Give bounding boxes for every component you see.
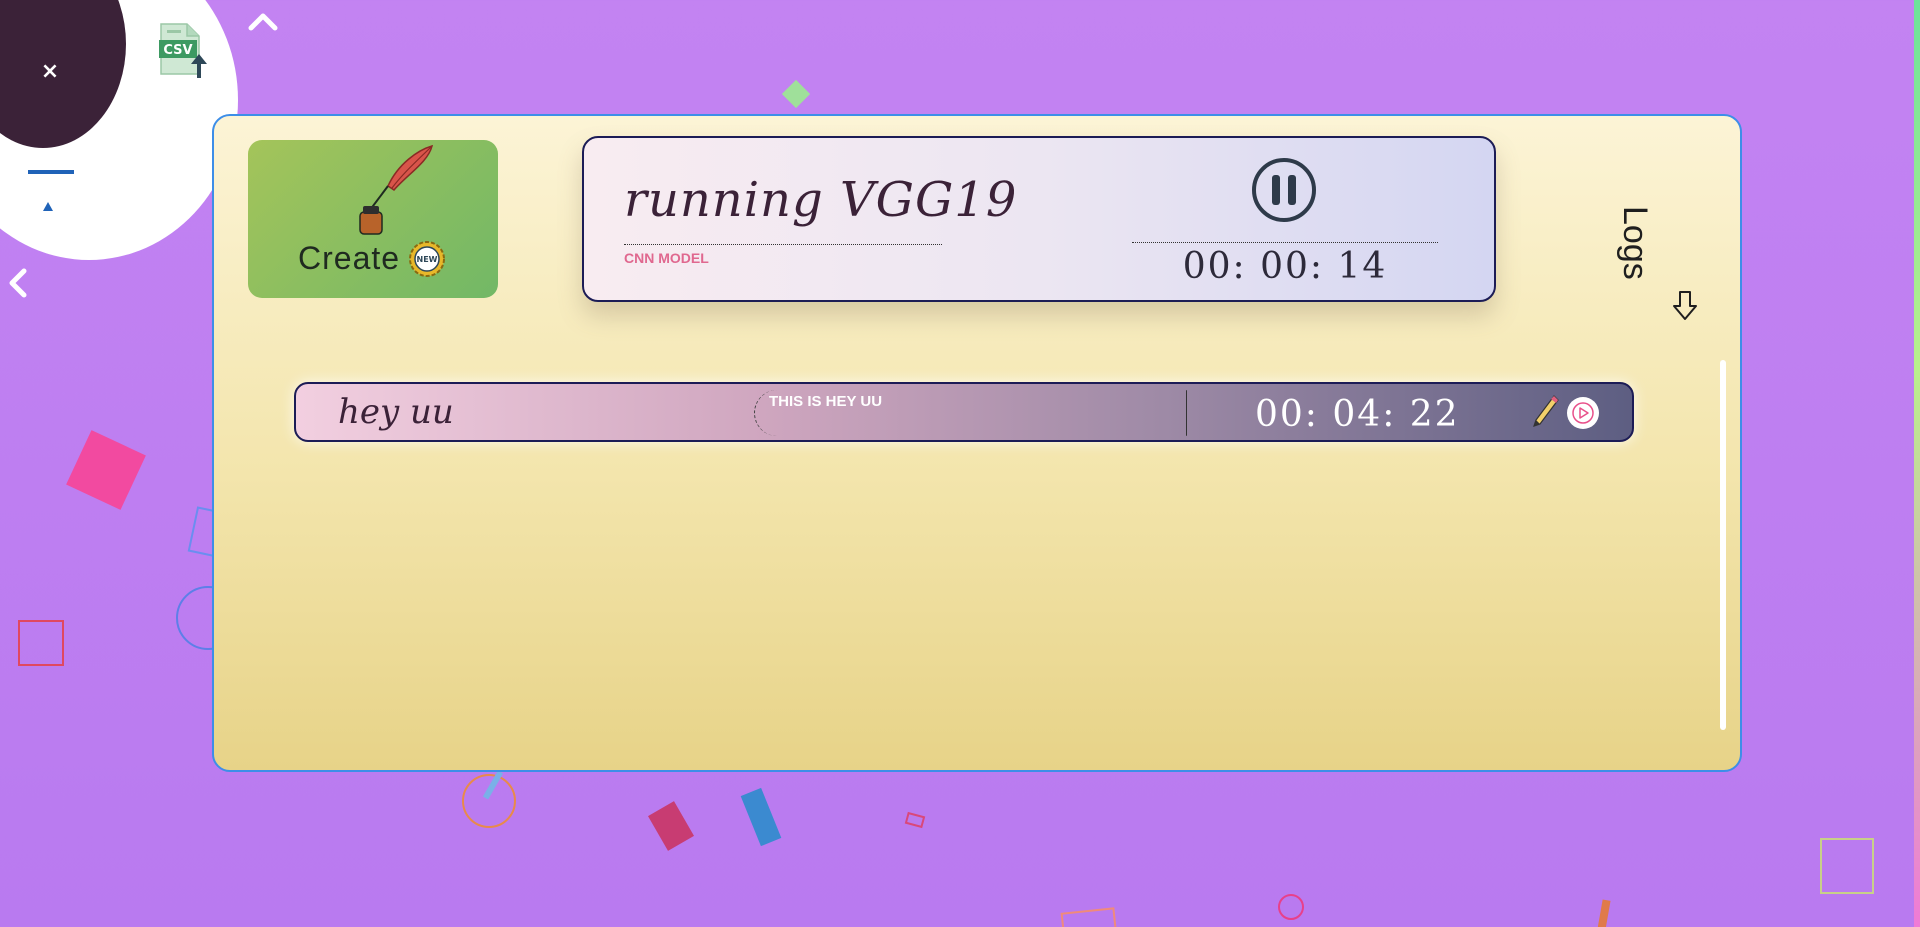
new-badge-text: NEW (417, 255, 438, 264)
running-model-card: running VGG19 CNN MODEL 00: 00: 14 (582, 136, 1496, 302)
triangle-up-icon[interactable] (43, 202, 53, 211)
confetti-orange-circle (462, 774, 516, 828)
logs-toggle[interactable]: Logs (1616, 206, 1654, 286)
running-timer: 00: 00: 14 (1182, 246, 1388, 287)
pencil-icon[interactable] (1530, 394, 1560, 430)
new-badge-icon: NEW (409, 241, 445, 277)
task-description: THIS IS HEY UU (769, 393, 883, 410)
quill-ink-icon (359, 144, 434, 235)
confetti-pink-circle (1278, 894, 1304, 920)
chevron-left-icon[interactable] (4, 266, 32, 300)
minus-icon[interactable] (28, 170, 74, 174)
task-name: hey uu (338, 392, 454, 432)
running-subtitle: CNN MODEL (624, 250, 709, 266)
confetti-small-outline-rect (904, 811, 926, 829)
confetti-orange-line (1597, 899, 1611, 927)
create-button[interactable]: Create NEW (248, 140, 498, 298)
csv-badge-text: CSV (163, 43, 192, 58)
running-title: running VGG19 (624, 172, 1018, 228)
confetti-peach-outline (1060, 907, 1118, 927)
task-row: hey uu THIS IS HEY UU 00: 04: 22 (294, 382, 1634, 442)
task-timer-section: 00: 04: 22 (1186, 390, 1458, 436)
scrollbar[interactable] (1720, 360, 1726, 730)
confetti-blue-rect (740, 787, 782, 847)
confetti-red-outline-square (18, 620, 64, 666)
confetti-green-diamond (781, 79, 811, 109)
arrow-down-icon[interactable] (1672, 290, 1698, 322)
pause-icon[interactable] (1250, 156, 1318, 224)
task-description-section: THIS IS HEY UU (754, 390, 882, 436)
chevron-up-icon[interactable] (246, 6, 280, 36)
confetti-yellow-outline-square (1820, 838, 1874, 894)
close-icon[interactable]: × (38, 60, 62, 84)
title-divider (624, 244, 942, 245)
create-label: Create (298, 240, 401, 276)
task-timer: 00: 04: 22 (1255, 394, 1460, 435)
timer-divider (1132, 242, 1438, 243)
csv-upload-icon[interactable]: CSV (157, 22, 209, 78)
right-edge-accent (1914, 0, 1920, 927)
play-icon[interactable] (1566, 396, 1600, 430)
confetti-pink-square (66, 430, 146, 510)
confetti-crimson-rect (648, 801, 694, 851)
main-panel: Create NEW running VGG19 CNN MODEL 00: 0… (212, 114, 1742, 772)
